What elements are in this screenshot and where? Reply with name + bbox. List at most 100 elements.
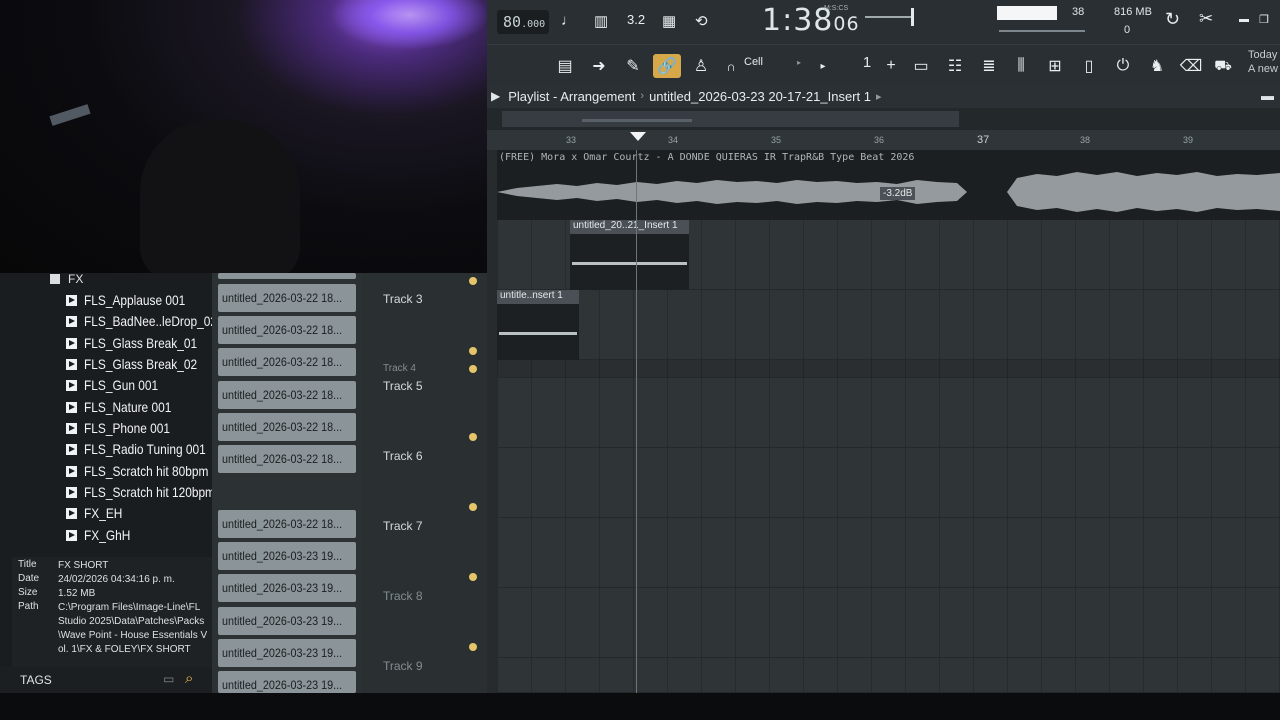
browser-item[interactable]: FX_GhH	[66, 527, 138, 543]
track-row[interactable]	[497, 658, 1280, 693]
loop-record-icon[interactable]: ⟲	[695, 12, 708, 30]
track-row[interactable]	[497, 588, 1280, 658]
scroll-thumb[interactable]	[502, 111, 959, 127]
playlist-tracks[interactable]: (FREE) Mora x Omar Courtz - A DONDE QUIE…	[487, 150, 1280, 693]
track-label[interactable]: Track 9	[383, 659, 423, 673]
piano-icon[interactable]: ▤	[551, 54, 579, 78]
wait-input-icon[interactable]: ▥	[594, 12, 608, 30]
browser-item[interactable]: FLS_Radio Tuning 001	[66, 441, 227, 457]
file-date: 24/02/2026 04:34:16 p. m.	[58, 574, 175, 585]
folder-icon[interactable]: ▭	[163, 672, 174, 686]
track-mute-led[interactable]	[469, 277, 477, 285]
timeline-ruler[interactable]: 33 34 35 36 37 38 39	[487, 130, 1280, 150]
browser-item[interactable]: FLS_Phone 001	[66, 420, 185, 436]
track-mute-led[interactable]	[469, 347, 477, 355]
timeline-overview-scrollbar[interactable]	[487, 108, 1280, 130]
master-volume-cap[interactable]	[911, 8, 914, 26]
purple-light	[330, 0, 487, 50]
pattern-clip[interactable]: untitle..nsert 1	[497, 290, 579, 360]
pattern-clip[interactable]: untitled_20..21_Insert 1	[570, 220, 689, 290]
piano-roll-icon[interactable]: ≣	[975, 54, 1003, 78]
current-pattern-selector[interactable]: untitled_2026-03-23 20-17-21_Insert 1	[649, 89, 871, 104]
audio-file-icon	[66, 529, 77, 541]
arrow-right-icon[interactable]: ➜	[585, 54, 613, 78]
search-icon[interactable]: ⌕	[185, 670, 193, 687]
track-row[interactable]	[497, 360, 1280, 378]
minimize-icon[interactable]: ▬	[1239, 14, 1249, 25]
browser-icon[interactable]: ⊞	[1041, 54, 1069, 78]
pattern-item[interactable]: untitled_2026-03-22 18...	[218, 284, 356, 312]
browser-item[interactable]: FLS_Nature 001	[66, 399, 187, 415]
track-label[interactable]: Track 7	[383, 519, 423, 533]
pattern-item[interactable]: untitled_2026-03-23 19...	[218, 639, 356, 667]
pattern-item[interactable]: untitled_2026-03-22 18...	[218, 413, 356, 441]
track-label[interactable]: Track 8	[383, 589, 423, 603]
cart-icon[interactable]: ⛟	[1209, 54, 1237, 78]
brush-icon[interactable]: ✎	[619, 54, 647, 78]
channel-rack-icon[interactable]: ☷	[941, 54, 969, 78]
browser-folder-fx[interactable]: FX	[50, 272, 83, 286]
browser-item[interactable]: FLS_Glass Break_02	[66, 356, 217, 372]
pattern-item[interactable]: untitled_2026-03-22 18...	[218, 381, 356, 409]
blend-notes-icon[interactable]: ▦	[662, 12, 676, 30]
magnet-icon[interactable]: ∩	[717, 54, 745, 78]
pattern-item[interactable]: untitled_2026-03-22 18...	[218, 445, 356, 473]
step-value[interactable]: 1	[852, 54, 882, 71]
scissors-icon[interactable]: ✂	[1199, 9, 1213, 29]
refresh-icon[interactable]: ↻	[1165, 9, 1180, 30]
track-row[interactable]	[497, 378, 1280, 448]
browser-item[interactable]: FLS_Scratch hit 80bpm	[66, 463, 230, 479]
browser-item[interactable]: FX_EH	[66, 505, 129, 521]
master-volume-slider[interactable]	[865, 16, 911, 18]
track-mute-led[interactable]	[469, 503, 477, 511]
track-row[interactable]	[497, 448, 1280, 518]
news-hint[interactable]: Today A new	[1248, 48, 1278, 76]
playhead-marker[interactable]	[630, 132, 646, 141]
snap-selector[interactable]: Cell	[744, 56, 763, 68]
track-label[interactable]: Track 3	[383, 292, 423, 306]
track-row[interactable]	[497, 290, 1280, 360]
countdown-icon[interactable]: 3.2	[627, 12, 645, 27]
browser-item[interactable]: FLS_Applause 001	[66, 292, 203, 308]
pattern-item[interactable]: untitled_2026-03-23 19...	[218, 607, 356, 635]
step-left-icon[interactable]: ▸	[809, 54, 837, 78]
stamp-icon[interactable]: ♙	[687, 54, 715, 78]
audio-file-icon	[66, 422, 77, 434]
tempo-display[interactable]: 80.000	[497, 10, 549, 34]
track-label[interactable]: Track 6	[383, 449, 423, 463]
tags-label[interactable]: TAGS	[20, 673, 52, 687]
pattern-item[interactable]: untitled_2026-03-23 19...	[218, 542, 356, 570]
track-label[interactable]: Track 4	[383, 363, 416, 374]
browser-item[interactable]: FLS_Glass Break_01	[66, 335, 217, 351]
snap-dropdown-icon[interactable]: ▸	[797, 58, 801, 67]
link-icon[interactable]: 🔗	[653, 54, 681, 78]
playlist-icon[interactable]: ▭	[907, 54, 935, 78]
mixer-icon[interactable]: ⫼	[1007, 54, 1035, 78]
eraser-icon[interactable]: ⌫	[1177, 54, 1205, 78]
track-label[interactable]: Track 5	[383, 379, 423, 393]
pattern-item[interactable]	[218, 273, 356, 279]
track-mute-led[interactable]	[469, 433, 477, 441]
pattern-item[interactable]: untitled_2026-03-22 18...	[218, 316, 356, 344]
window-menu-icon[interactable]: ▶	[491, 89, 500, 103]
track-mute-led[interactable]	[469, 643, 477, 651]
pattern-item[interactable]: untitled_2026-03-23 19...	[218, 574, 356, 602]
plugin-icon[interactable]: ⏻	[1109, 54, 1137, 78]
pattern-arrow-icon[interactable]: ▸	[876, 90, 882, 103]
pattern-list: untitled_2026-03-22 18... untitled_2026-…	[212, 273, 362, 693]
restore-icon[interactable]: ❐	[1259, 13, 1269, 26]
pattern-item[interactable]: untitled_2026-03-22 18...	[218, 510, 356, 538]
track-mute-led[interactable]	[469, 573, 477, 581]
browser-item[interactable]: FLS_Gun 001	[66, 377, 171, 393]
audio-clip[interactable]: (FREE) Mora x Omar Courtz - A DONDE QUIE…	[497, 150, 1280, 220]
metronome-icon[interactable]: ♩	[561, 12, 576, 29]
minimize-playlist-icon[interactable]: ▬	[1261, 88, 1274, 103]
person-icon[interactable]: ♞	[1143, 54, 1171, 78]
pattern-item[interactable]: untitled_2026-03-23 19...	[218, 671, 356, 693]
peak-meter	[997, 6, 1057, 20]
pattern-item[interactable]: untitled_2026-03-22 18...	[218, 348, 356, 376]
file-icon[interactable]: ▯	[1075, 54, 1103, 78]
playlist-titlebar: ▶ Playlist - Arrangement › untitled_2026…	[487, 84, 1280, 108]
track-row[interactable]	[497, 518, 1280, 588]
track-mute-led[interactable]	[469, 365, 477, 373]
